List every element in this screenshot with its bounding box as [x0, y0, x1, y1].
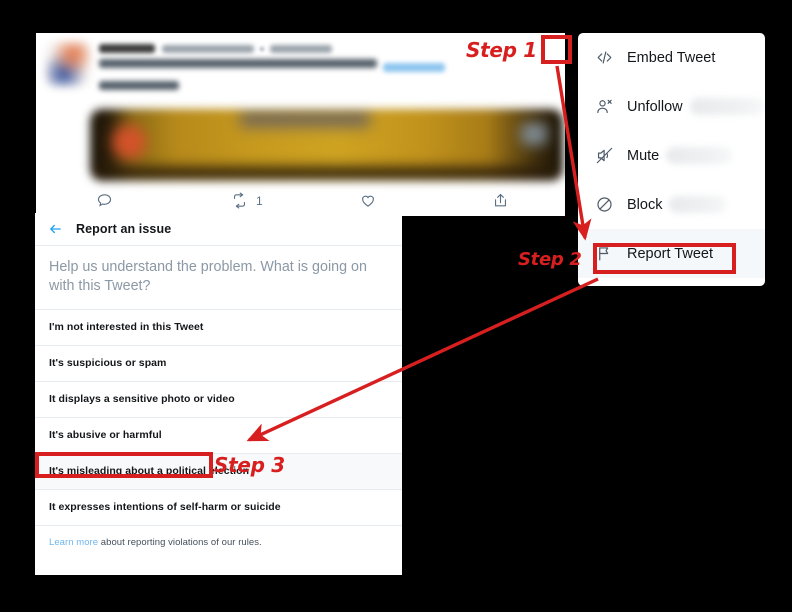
media-blob-bottom [90, 167, 563, 181]
annotation-step1: Step 1 [466, 38, 537, 62]
footer-rest-text: about reporting violations of our rules. [98, 536, 262, 548]
share-action[interactable] [432, 192, 565, 209]
option-label: It displays a sensitive photo or video [49, 393, 235, 406]
like-icon [359, 192, 377, 209]
dialog-header: Report an issue [35, 213, 402, 246]
report-option-suspicious-spam[interactable]: It's suspicious or spam [35, 346, 402, 382]
retweet-action[interactable]: 1 [169, 192, 303, 209]
page-title: Report an issue [76, 222, 172, 236]
media-blob-c [521, 123, 547, 145]
retweet-icon [230, 192, 249, 209]
learn-more-link[interactable]: Learn more [49, 537, 98, 548]
unfollow-person-icon [593, 96, 615, 118]
highlight-box-step2 [593, 243, 736, 274]
menu-item-label: Unfollow [627, 98, 683, 115]
screenshot-stage: 1 Embed Tweet Unfollow Mute Block Report… [0, 0, 792, 612]
annotation-step3: Step 3 [214, 453, 285, 477]
dialog-footer: Learn more about reporting violations of… [35, 526, 402, 559]
option-label: It's abusive or harmful [49, 429, 162, 442]
media-blob-b [240, 111, 370, 127]
reply-action[interactable] [36, 192, 169, 209]
author-name-redacted [99, 44, 155, 53]
reply-icon [96, 192, 113, 209]
menu-item-label: Mute [627, 147, 660, 164]
tweet-text-line-2-redacted [99, 81, 179, 90]
report-option-not-interested[interactable]: I'm not interested in this Tweet [35, 310, 402, 346]
block-target-redacted [669, 196, 728, 213]
option-label: It's suspicious or spam [49, 357, 167, 370]
share-icon [492, 192, 509, 209]
back-arrow-icon[interactable] [47, 220, 65, 238]
tweet-media-redacted[interactable] [90, 109, 563, 181]
highlight-box-step3 [35, 452, 213, 478]
option-label: It expresses intentions of self-harm or … [49, 501, 281, 514]
separator-dot [260, 46, 264, 51]
tweet-link-redacted [383, 62, 445, 72]
report-option-sensitive-media[interactable]: It displays a sensitive photo or video [35, 382, 402, 418]
unfollow-target-redacted [689, 98, 764, 115]
avatar[interactable] [46, 42, 90, 86]
block-circle-icon [593, 194, 615, 216]
menu-item-unfollow[interactable]: Unfollow [578, 82, 765, 131]
report-issue-dialog: Report an issue Help us understand the p… [35, 213, 402, 575]
tweet-date-redacted [270, 44, 332, 53]
menu-item-label: Embed Tweet [627, 49, 716, 66]
highlight-box-step1 [541, 35, 572, 64]
report-option-self-harm[interactable]: It expresses intentions of self-harm or … [35, 490, 402, 526]
menu-item-embed-tweet[interactable]: Embed Tweet [578, 33, 765, 82]
mute-speaker-icon [593, 145, 615, 167]
menu-item-block[interactable]: Block [578, 180, 765, 229]
menu-item-label: Block [627, 196, 663, 213]
mute-target-redacted [666, 147, 733, 164]
option-label: I'm not interested in this Tweet [49, 321, 204, 334]
author-handle-redacted [162, 44, 254, 53]
like-action[interactable] [303, 192, 432, 209]
media-blob-a [112, 125, 146, 159]
tweet-action-bar: 1 [36, 185, 565, 216]
embed-code-icon [593, 47, 615, 69]
tweet-text-redacted [99, 59, 377, 68]
retweet-count: 1 [256, 193, 263, 208]
menu-item-mute[interactable]: Mute [578, 131, 765, 180]
dialog-prompt: Help us understand the problem. What is … [35, 246, 402, 310]
report-option-abusive-harmful[interactable]: It's abusive or harmful [35, 418, 402, 454]
annotation-step2: Step 2 [518, 249, 582, 270]
